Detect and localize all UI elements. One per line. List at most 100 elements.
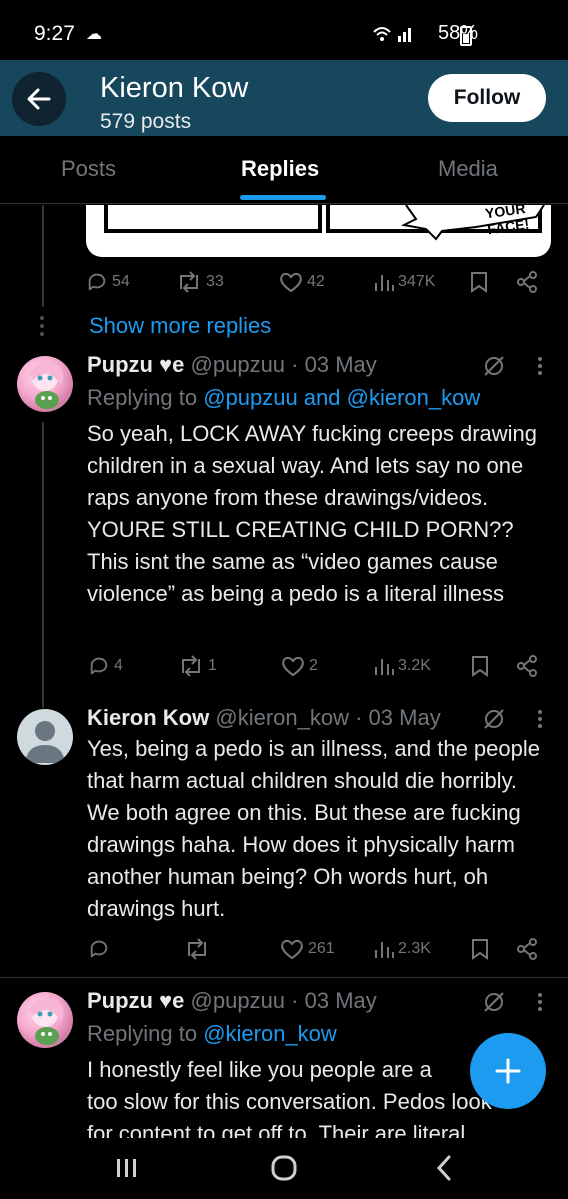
share-icon: [517, 271, 537, 293]
comic-panel: [104, 205, 322, 233]
heart-icon: [281, 939, 303, 960]
views-button[interactable]: 3.2K: [374, 655, 431, 677]
replying-to-prefix: Replying to: [87, 1021, 204, 1046]
profile-name: Kieron Kow: [100, 72, 249, 104]
display-name[interactable]: Pupzu ♥e: [87, 988, 184, 1013]
tweet-header: Pupzu ♥e @pupzuu · 03 May: [87, 988, 377, 1014]
more-options-icon[interactable]: [537, 709, 543, 729]
share-icon: [517, 655, 537, 677]
like-count: 261: [308, 940, 335, 957]
reply-icon: [90, 940, 108, 958]
replying-to-mentions[interactable]: @pupzuu and @kieron_kow: [203, 385, 480, 410]
tweet-actions: 261 2.3K: [88, 938, 558, 968]
reply-button[interactable]: 54: [86, 271, 130, 293]
tab-replies[interactable]: Replies: [241, 156, 319, 182]
tweet-text: Yes, being a pedo is an illness, and the…: [87, 736, 540, 921]
like-button[interactable]: 2: [281, 655, 318, 677]
home-icon[interactable]: [270, 1154, 298, 1182]
tab-posts[interactable]: Posts: [61, 156, 116, 182]
tweet-header: Kieron Kow @kieron_kow · 03 May: [87, 705, 441, 731]
views-button[interactable]: 347K: [374, 271, 435, 293]
back-button[interactable]: [12, 72, 66, 126]
bookmark-button[interactable]: [471, 655, 489, 677]
more-options-icon[interactable]: [537, 356, 543, 376]
compose-button[interactable]: [470, 1033, 546, 1109]
like-button[interactable]: 261: [280, 938, 335, 960]
grok-icon[interactable]: [482, 990, 506, 1014]
repost-button[interactable]: 1: [178, 655, 217, 677]
like-count: 2: [309, 657, 318, 674]
follow-button[interactable]: Follow: [428, 74, 546, 122]
tab-media[interactable]: Media: [438, 156, 498, 182]
replying-to-mentions[interactable]: @kieron_kow: [203, 1021, 337, 1046]
status-time: 9:27: [34, 22, 75, 45]
repost-icon: [182, 655, 200, 677]
status-bar: 9:27 ☁ 58%: [0, 0, 568, 60]
bookmark-button[interactable]: [471, 938, 489, 960]
repost-button[interactable]: 33: [176, 271, 224, 293]
share-button[interactable]: [516, 271, 538, 293]
views-button[interactable]: 2.3K: [374, 938, 431, 960]
share-button[interactable]: [516, 655, 538, 677]
display-name[interactable]: Pupzu ♥e: [87, 352, 184, 377]
reply-icon: [90, 657, 108, 675]
wifi-signal-icon: [373, 27, 411, 42]
profile-tabs: Posts Replies Media: [0, 136, 568, 204]
grok-icon[interactable]: [482, 354, 506, 378]
reply-icon: [88, 273, 106, 291]
views-icon: [375, 942, 394, 958]
battery-icon: [460, 26, 472, 46]
thread-line: [42, 422, 44, 708]
tweet-text: So yeah, LOCK AWAY fucking creeps drawin…: [87, 421, 538, 606]
handle[interactable]: @pupzuu: [191, 352, 286, 377]
thread-gap-dots: [40, 316, 46, 340]
recent-apps-icon[interactable]: [115, 1156, 139, 1180]
repost-button[interactable]: [184, 938, 214, 960]
repost-count: 33: [206, 273, 224, 290]
reply-count: 54: [112, 273, 130, 290]
reply-button[interactable]: [88, 938, 114, 960]
bookmark-button[interactable]: [470, 271, 488, 293]
thread-line: [42, 205, 44, 307]
repost-icon: [188, 938, 206, 960]
timestamp[interactable]: · 03 May: [355, 705, 441, 730]
avatar-art: [29, 998, 64, 1045]
more-options-icon[interactable]: [537, 992, 543, 1012]
replying-to: Replying to @kieron_kow: [87, 1021, 337, 1047]
default-avatar-icon: [25, 721, 65, 763]
tweet-text-line: for content to get off to. Their are lit…: [87, 1121, 466, 1138]
timestamp[interactable]: · 03 May: [291, 988, 377, 1013]
post-count: 579 posts: [100, 110, 192, 133]
views-icon: [375, 659, 394, 675]
display-name[interactable]: Kieron Kow: [87, 705, 209, 730]
avatar[interactable]: [17, 992, 73, 1048]
system-navigation-bar: [0, 1138, 568, 1199]
arrow-left-icon: [27, 88, 51, 110]
reply-button[interactable]: 4: [88, 655, 123, 677]
grok-icon[interactable]: [482, 707, 506, 731]
tweet-header: Pupzu ♥e @pupzuu · 03 May: [87, 352, 377, 378]
avatar-art: [29, 362, 64, 409]
back-nav-icon[interactable]: [434, 1154, 454, 1182]
heart-icon: [280, 272, 302, 293]
heart-icon: [282, 656, 304, 677]
timestamp[interactable]: · 03 May: [291, 352, 377, 377]
handle[interactable]: @pupzuu: [191, 988, 286, 1013]
bookmark-icon: [471, 272, 487, 293]
handle[interactable]: @kieron_kow: [215, 705, 349, 730]
share-button[interactable]: [516, 938, 538, 960]
comic-image[interactable]: YOUR FACE!: [86, 205, 551, 257]
avatar[interactable]: [17, 356, 73, 412]
like-button[interactable]: 42: [279, 271, 325, 293]
profile-header: Kieron Kow 579 posts Follow: [0, 60, 568, 136]
tweet-actions: 54 33 42 347K: [86, 271, 556, 301]
view-count: 347K: [398, 273, 436, 290]
bookmark-icon: [472, 656, 488, 677]
views-icon: [375, 275, 394, 291]
avatar[interactable]: [17, 709, 73, 765]
view-count: 3.2K: [398, 657, 431, 674]
repost-icon: [180, 271, 198, 293]
bookmark-icon: [472, 939, 488, 960]
show-more-replies-link[interactable]: Show more replies: [89, 313, 271, 339]
tweet-actions: 4 1 2 3.2K: [88, 655, 558, 685]
